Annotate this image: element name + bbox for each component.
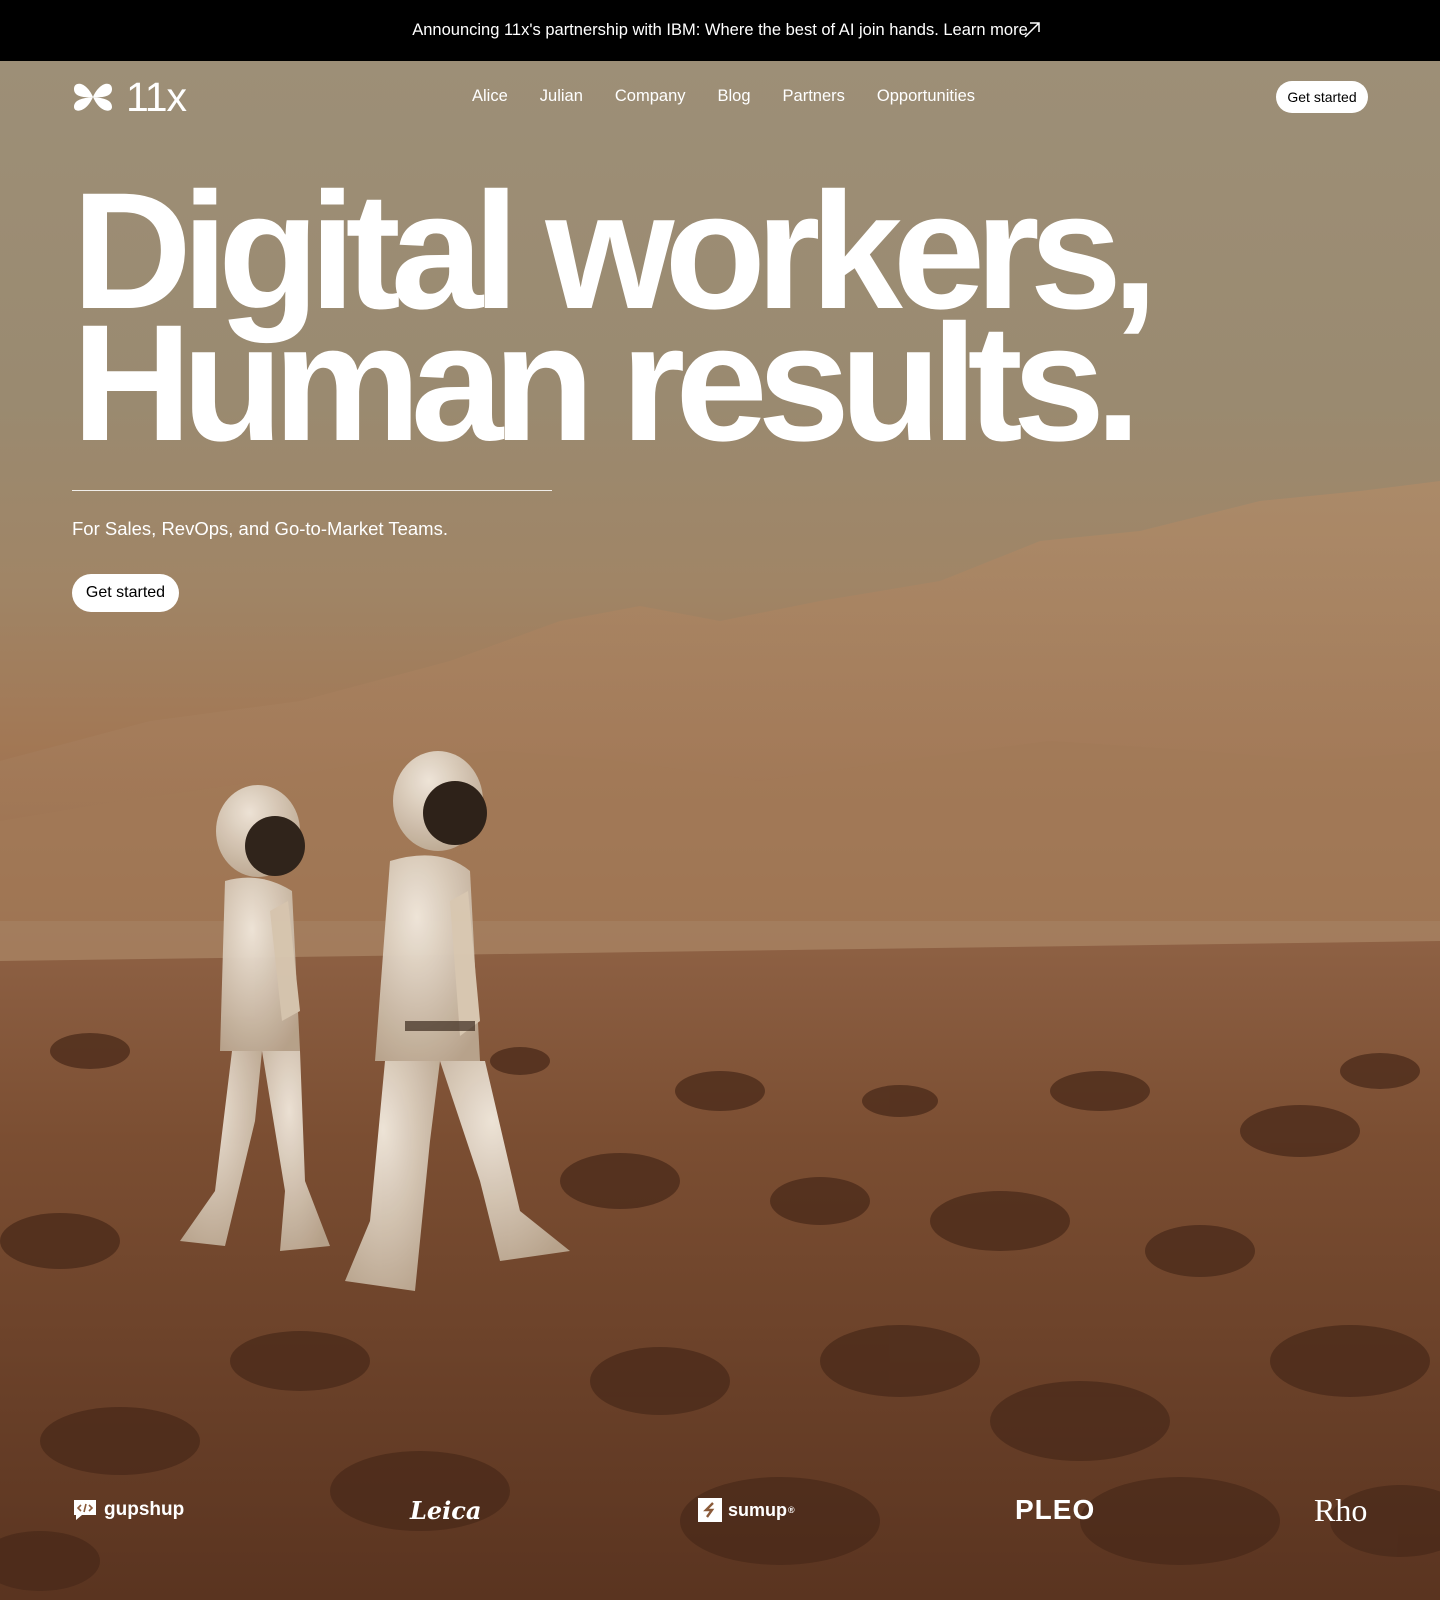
customer-logos: gupshup Leica sumup ® PLEO Rho (0, 1490, 1440, 1530)
announcement-bar[interactable]: Announcing 11x's partnership with IBM: W… (0, 0, 1440, 61)
logo-leica-text: Leica (410, 1495, 482, 1525)
site-logo[interactable]: 11x (72, 74, 187, 120)
hero-tagline: For Sales, RevOps, and Go-to-Market Team… (72, 518, 448, 539)
nav-link-blog[interactable]: Blog (718, 87, 751, 106)
get-started-button[interactable]: Get started (1276, 81, 1368, 113)
logo-rho-text: Rho (1314, 1491, 1368, 1528)
logo-rho: Rho (1314, 1490, 1367, 1530)
nav-link-company[interactable]: Company (615, 87, 686, 106)
main-menu: Alice Julian Company Blog Partners Oppor… (472, 87, 1007, 106)
top-nav: 11x Alice Julian Company Blog Partners O… (0, 61, 1440, 131)
hero-get-started-button[interactable]: Get started (72, 574, 179, 612)
nav-link-partners[interactable]: Partners (783, 87, 845, 106)
logo-sumup-text: sumup (728, 1499, 788, 1520)
logo-sumup: sumup ® (698, 1490, 795, 1530)
logo-sumup-registered: ® (788, 1505, 795, 1515)
headline-line-2: Human results. (72, 291, 1141, 476)
sumup-mark-icon (698, 1498, 722, 1522)
chat-bubble-icon (74, 1500, 96, 1520)
nav-link-alice[interactable]: Alice (472, 87, 508, 106)
logo-leica: Leica (410, 1490, 481, 1530)
announcement-text[interactable]: Announcing 11x's partnership with IBM: W… (412, 21, 1028, 40)
logo-gupshup-text: gupshup (104, 1499, 185, 1520)
logo-pleo: PLEO (1015, 1490, 1095, 1530)
logo-gupshup: gupshup (72, 1490, 184, 1530)
butterfly-mark-icon (74, 83, 112, 111)
logo-pleo-text: PLEO (1015, 1494, 1096, 1525)
arrow-up-right-icon[interactable] (1022, 20, 1042, 40)
nav-link-opportunities[interactable]: Opportunities (877, 87, 975, 106)
hero-headline: Digital workers, Human results. (72, 169, 1158, 476)
logo-text: 11x (126, 74, 187, 120)
nav-link-julian[interactable]: Julian (540, 87, 583, 106)
headline-divider (72, 490, 552, 491)
